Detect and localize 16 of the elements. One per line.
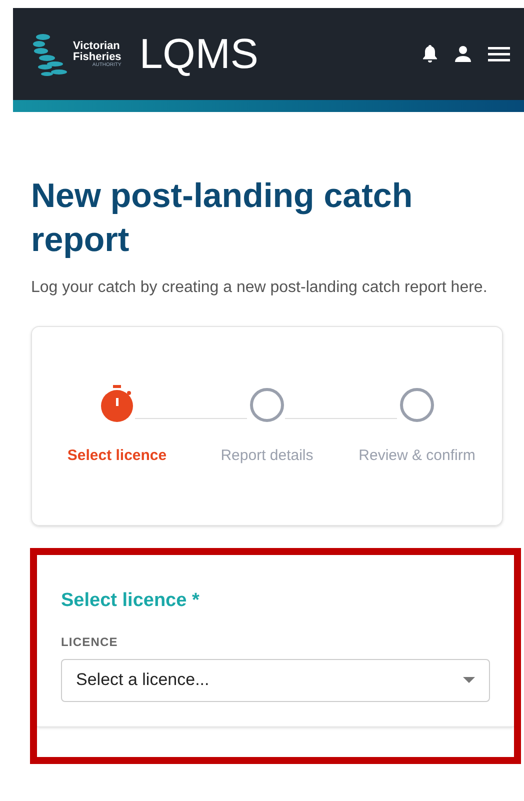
step-label: Report details bbox=[220, 446, 314, 466]
step-label: Review & confirm bbox=[358, 446, 476, 466]
logo-text: Victorian bbox=[73, 40, 121, 52]
caret-icon bbox=[463, 677, 475, 683]
licence-dropdown[interactable]: Select a licence... bbox=[61, 658, 490, 702]
field-label: LICENCE bbox=[61, 634, 119, 650]
page-subtitle: Log your catch by creating a new post-landing catch report here. bbox=[31, 278, 488, 298]
page-title: New post-landing catch report bbox=[31, 176, 414, 261]
fish-school-icon bbox=[33, 31, 69, 77]
user-icon[interactable] bbox=[454, 46, 472, 62]
bell-icon[interactable] bbox=[422, 45, 438, 63]
app-name: LQMS bbox=[139, 33, 258, 75]
menu-icon[interactable] bbox=[488, 46, 510, 62]
section-title: Select licence * bbox=[61, 589, 200, 613]
step-label: Select licence bbox=[67, 446, 167, 466]
logo-text: Fisheries bbox=[73, 52, 122, 62]
